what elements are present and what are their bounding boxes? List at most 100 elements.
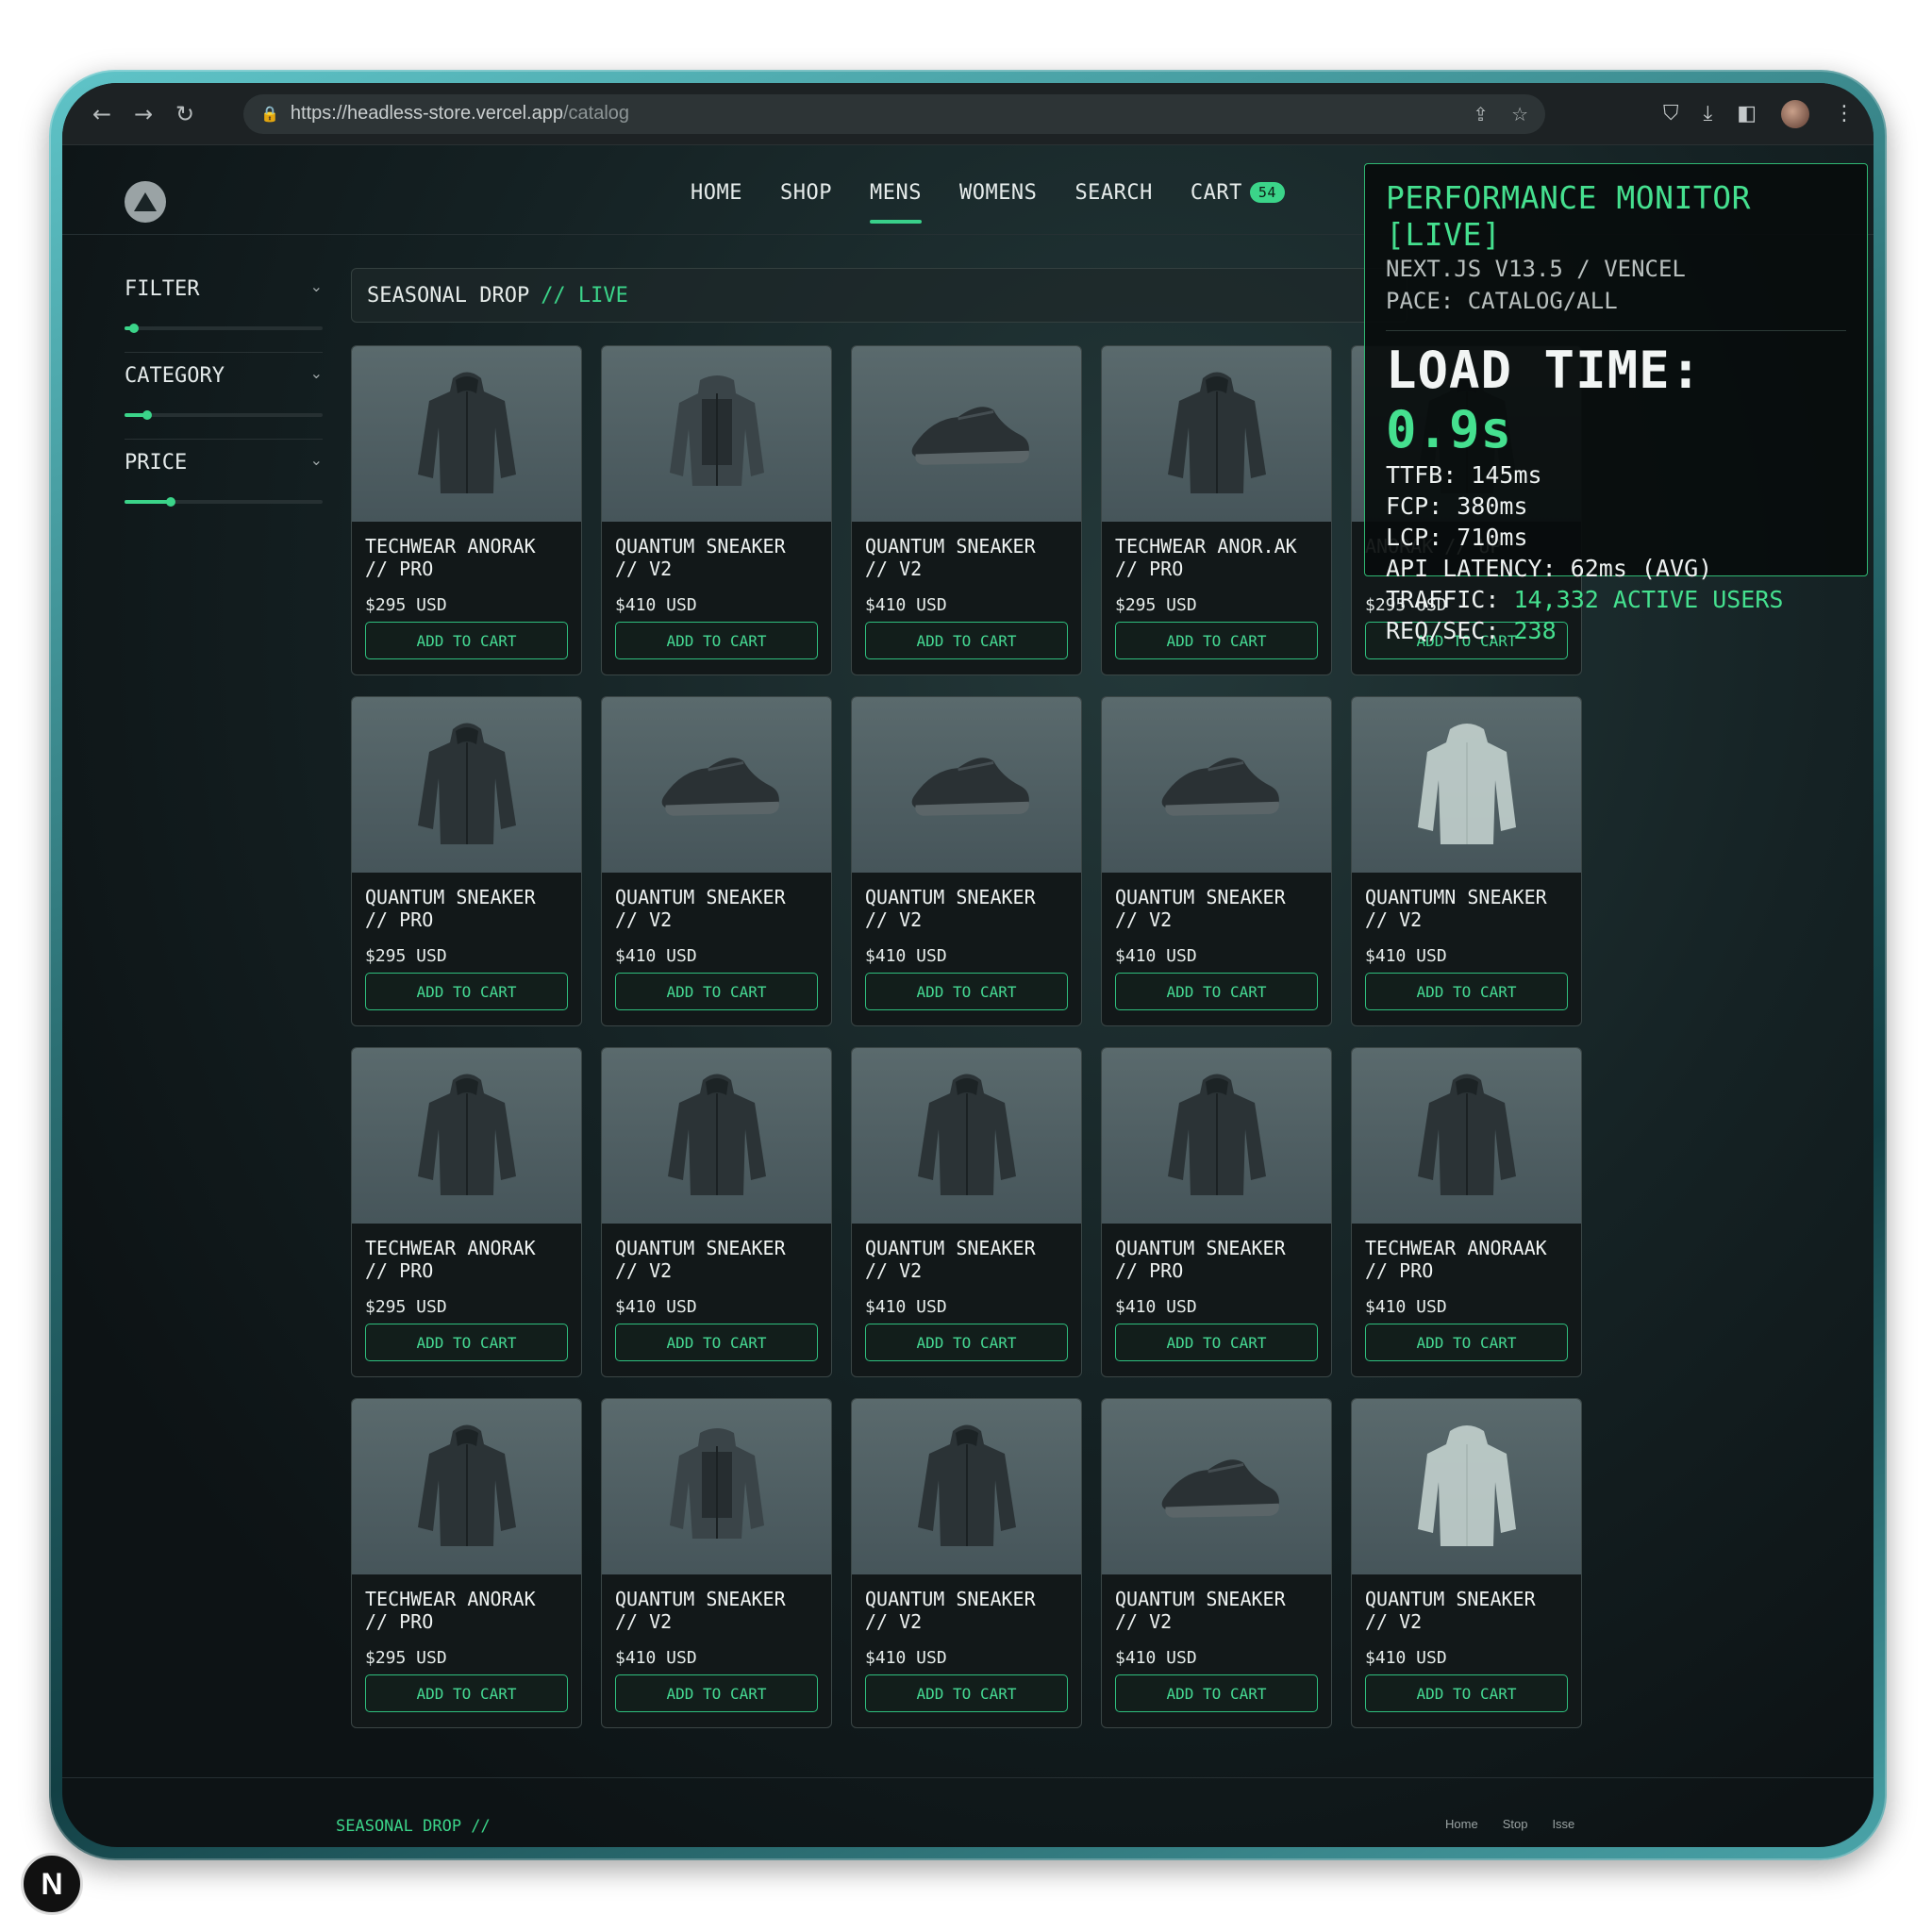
product-name[interactable]: QUANTUM SNEAKER // V2 xyxy=(602,1224,831,1291)
product-name[interactable]: QUANTUMN SNEAKER // V2 xyxy=(1352,873,1581,941)
add-to-cart-button[interactable]: ADD TO CART xyxy=(365,973,568,1010)
product-card[interactable]: TECHWEAR ANORAK // PRO $295 USD ADD TO CAR… xyxy=(351,1047,582,1377)
product-name[interactable]: QUANTUM SNEAKER // V2 xyxy=(602,1574,831,1642)
chevron-down-icon[interactable]: ⌄ xyxy=(310,364,323,388)
add-to-cart-button[interactable]: ADD TO CART xyxy=(865,1324,1068,1361)
product-image[interactable] xyxy=(352,346,581,522)
product-image[interactable] xyxy=(602,1399,831,1574)
product-card[interactable]: QUANTUM SNEAKER // PRO $410 USD ADD TO CAR… xyxy=(1101,1047,1332,1377)
nextjs-badge-icon[interactable]: N xyxy=(21,1853,83,1915)
product-name[interactable]: QUANTUM SNEAKER // PRO xyxy=(352,873,581,941)
filter-slider-track[interactable] xyxy=(125,324,323,333)
bookmark-star-icon[interactable]: ☆ xyxy=(1511,103,1528,125)
product-image[interactable] xyxy=(1352,1048,1581,1224)
product-image[interactable] xyxy=(352,1048,581,1224)
nav-mens[interactable]: MENS xyxy=(869,181,922,224)
product-card[interactable]: TECHWEAR ANORAK // PRO $295 USD ADD TO CAR… xyxy=(351,345,582,675)
product-image[interactable] xyxy=(1102,1048,1331,1224)
product-image[interactable] xyxy=(1102,1399,1331,1574)
product-card[interactable]: QUANTUM SNEAKER // V2 $410 USD ADD TO CART xyxy=(851,345,1082,675)
add-to-cart-button[interactable]: ADD TO CART xyxy=(1115,1674,1318,1712)
product-card[interactable]: QUANTUM SNEAKER // V2 $410 USD ADD TO CART xyxy=(1101,1398,1332,1728)
add-to-cart-button[interactable]: ADD TO CART xyxy=(1115,622,1318,659)
shield-icon[interactable]: ⛉ xyxy=(1663,102,1679,125)
product-name[interactable]: QUANTUM SNEAKER // V2 xyxy=(602,873,831,941)
product-image[interactable] xyxy=(352,1399,581,1574)
add-to-cart-button[interactable]: ADD TO CART xyxy=(615,973,818,1010)
product-name[interactable]: TECHWEAR ANORAK // PRO xyxy=(352,1224,581,1291)
product-card[interactable]: QUANTUM SNEAKER // V2 $410 USD ADD TO CART xyxy=(601,1398,832,1728)
add-to-cart-button[interactable]: ADD TO CART xyxy=(1365,973,1568,1010)
download-icon[interactable]: ⤓ xyxy=(1703,102,1712,125)
category-slider-fill[interactable] xyxy=(125,410,153,420)
add-to-cart-button[interactable]: ADD TO CART xyxy=(615,1324,818,1361)
add-to-cart-button[interactable]: ADD TO CART xyxy=(1115,1324,1318,1361)
more-menu-icon[interactable]: ⋮ xyxy=(1834,102,1855,125)
nav-home[interactable]: HOME xyxy=(691,181,742,205)
product-image[interactable] xyxy=(1352,697,1581,873)
product-image[interactable] xyxy=(1102,346,1331,522)
footer-link-home[interactable]: Home xyxy=(1445,1817,1478,1831)
site-logo[interactable] xyxy=(125,181,166,223)
chevron-down-icon[interactable]: ⌄ xyxy=(310,277,323,301)
product-image[interactable] xyxy=(1352,1399,1581,1574)
footer-link-isse[interactable]: Isse xyxy=(1552,1817,1574,1831)
product-name[interactable]: QUANTUM SNEAKER // PRO xyxy=(1102,1224,1331,1291)
add-to-cart-button[interactable]: ADD TO CART xyxy=(1365,1324,1568,1361)
product-image[interactable] xyxy=(852,1048,1081,1224)
back-arrow-icon[interactable]: ← xyxy=(81,101,123,127)
add-to-cart-button[interactable]: ADD TO CART xyxy=(365,1324,568,1361)
product-name[interactable]: QUANTUM SNEAKER // V2 xyxy=(1102,1574,1331,1642)
category-slider-track[interactable] xyxy=(125,410,323,420)
avatar[interactable] xyxy=(1781,99,1809,128)
filter-slider-fill[interactable] xyxy=(125,324,138,333)
product-image[interactable] xyxy=(1102,697,1331,873)
product-image[interactable] xyxy=(352,697,581,873)
chevron-down-icon[interactable]: ⌄ xyxy=(310,451,323,475)
nav-cart[interactable]: CART 54 xyxy=(1191,181,1285,205)
product-name[interactable]: TECHWEAR ANORAAK // PRO xyxy=(1352,1224,1581,1291)
product-card[interactable]: QUANTUMN SNEAKER // V2 $410 USD ADD TO CAR… xyxy=(1351,696,1582,1026)
share-icon[interactable]: ⇪ xyxy=(1473,103,1489,125)
nav-shop[interactable]: SHOP xyxy=(780,181,832,205)
product-name[interactable]: QUANTUM SNEAKER // V2 xyxy=(1102,873,1331,941)
product-name[interactable]: TECHWEAR ANOR.AK // PRO xyxy=(1102,522,1331,590)
product-card[interactable]: QUANTUM SNEAKER // V2 $410 USD ADD TO CART xyxy=(601,1047,832,1377)
filter-group-category[interactable]: CATEGORY ⌄ xyxy=(125,355,323,440)
product-card[interactable]: QUANTUM SNEAKER // V2 $410 USD ADD TO CART xyxy=(601,696,832,1026)
nav-search[interactable]: SEARCH xyxy=(1074,181,1152,205)
product-name[interactable]: TECHWEAR ANORAK // PRO xyxy=(352,522,581,590)
product-name[interactable]: QUANTUM SNEAKER // V2 xyxy=(1352,1574,1581,1642)
forward-arrow-icon[interactable]: → xyxy=(123,101,164,127)
add-to-cart-button[interactable]: ADD TO CART xyxy=(365,622,568,659)
filter-group-price[interactable]: PRICE ⌄ xyxy=(125,441,323,526)
product-image[interactable] xyxy=(602,346,831,522)
nav-womens[interactable]: WOMENS xyxy=(959,181,1037,205)
product-image[interactable] xyxy=(602,1048,831,1224)
product-image[interactable] xyxy=(852,697,1081,873)
product-card[interactable]: QUANTUM SNEAKER // V2 $410 USD ADD TO CART xyxy=(1351,1398,1582,1728)
sidebar-toggle-icon[interactable]: ◧ xyxy=(1737,102,1757,125)
add-to-cart-button[interactable]: ADD TO CART xyxy=(615,1674,818,1712)
product-image[interactable] xyxy=(852,346,1081,522)
product-name[interactable]: QUANTUM SNEAKER // V2 xyxy=(602,522,831,590)
add-to-cart-button[interactable]: ADD TO CART xyxy=(615,622,818,659)
address-bar[interactable]: 🔒 https://headless-store.vercel.app/cata… xyxy=(243,93,1545,134)
add-to-cart-button[interactable]: ADD TO CART xyxy=(1365,1674,1568,1712)
price-slider-track[interactable] xyxy=(125,497,323,507)
product-card[interactable]: QUANTUM SNEAKER // V2 $410 USD ADD TO CART xyxy=(851,1398,1082,1728)
reload-icon[interactable]: ↻ xyxy=(164,101,206,127)
product-card[interactable]: QUANTUM SNEAKER // V2 $410 USD ADD TO CART xyxy=(1101,696,1332,1026)
product-card[interactable]: QUANTUM SNEAKER // V2 $410 USD ADD TO CART xyxy=(601,345,832,675)
filter-group-filter[interactable]: FILTER ⌄ xyxy=(125,268,323,353)
product-card[interactable]: QUANTUM SNEAKER // V2 $410 USD ADD TO CART xyxy=(851,696,1082,1026)
add-to-cart-button[interactable]: ADD TO CART xyxy=(365,1674,568,1712)
add-to-cart-button[interactable]: ADD TO CART xyxy=(1115,973,1318,1010)
product-card[interactable]: TECHWEAR ANORAAK // PRO $410 USD ADD TO CA… xyxy=(1351,1047,1582,1377)
product-card[interactable]: TECHWEAR ANORAK // PRO $295 USD ADD TO CAR… xyxy=(351,1398,582,1728)
add-to-cart-button[interactable]: ADD TO CART xyxy=(865,1674,1068,1712)
product-name[interactable]: QUANTUM SNEAKER // V2 xyxy=(852,1224,1081,1291)
product-card[interactable]: QUANTUM SNEAKER // PRO $295 USD ADD TO CAR… xyxy=(351,696,582,1026)
footer-link-stop[interactable]: Stop xyxy=(1503,1817,1528,1831)
add-to-cart-button[interactable]: ADD TO CART xyxy=(865,973,1068,1010)
